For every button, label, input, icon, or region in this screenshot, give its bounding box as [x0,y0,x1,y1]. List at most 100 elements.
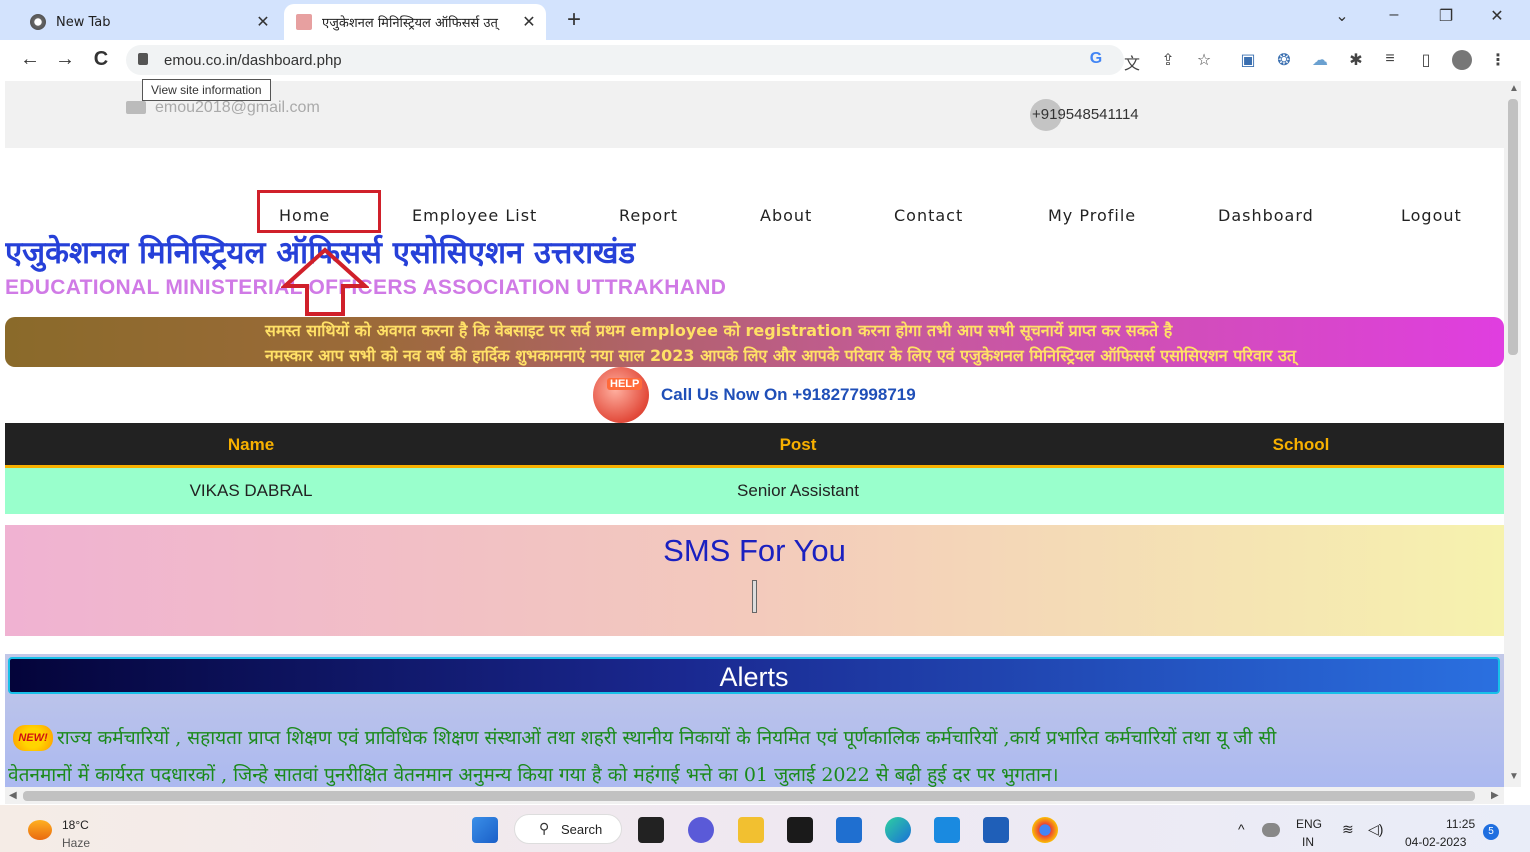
alerts-header: Alerts [8,657,1500,694]
tab-emou-dashboard[interactable]: एजुकेशनल मिनिस्ट्रियल ऑफिसर्स उत् ✕ [284,4,546,40]
restore-button[interactable]: ❐ [1426,6,1466,26]
profile-avatar-icon[interactable] [1452,50,1472,70]
word-icon[interactable] [983,817,1009,843]
close-window-button[interactable]: ✕ [1477,6,1517,26]
column-header-name: Name [227,435,275,454]
news-marquee: समस्त साथियों को अवगत करना है कि वेबसाइट… [5,317,1504,367]
close-tab-icon[interactable]: ✕ [252,12,274,32]
site-favicon-icon [296,14,312,30]
clock-time[interactable]: 11:25 [1446,817,1475,831]
side-panel-icon[interactable]: ▯ [1416,50,1436,70]
nav-employee-list[interactable]: Employee List [412,206,537,225]
column-header-school: School [1272,435,1330,454]
reload-button[interactable]: C [88,48,114,71]
nav-logout[interactable]: Logout [1401,206,1462,225]
google-icon[interactable]: G [1086,50,1106,70]
vertical-scrollbar[interactable]: ▲ ▼ [1504,81,1521,787]
translate-icon[interactable]: 文 [1122,50,1142,73]
menu-kebab-icon[interactable]: ⋮ [1488,50,1508,70]
column-header-post: Post [779,435,817,454]
help-badge: HELP [607,378,643,390]
sms-panel: SMS For You [5,525,1504,636]
chrome-icon[interactable] [1032,817,1058,843]
windows-taskbar: 18°C Haze ⚲ Search ^ ENG IN ≋ ◁) 11:25 0… [0,805,1530,852]
taskbar-search[interactable]: ⚲ Search [514,814,622,844]
tab-new-tab[interactable]: New Tab ✕ [20,4,280,40]
table-header: Name Post School [5,423,1504,468]
microsoft-store-icon[interactable] [836,817,862,843]
forward-button[interactable]: → [52,48,78,71]
nav-dashboard[interactable]: Dashboard [1218,206,1314,225]
nav-about[interactable]: About [760,206,812,225]
extension-feather-icon[interactable]: ❂ [1274,50,1294,70]
scroll-down-arrow-icon[interactable]: ▼ [1509,771,1519,782]
search-icon: ⚲ [539,820,550,836]
table-row: VIKAS DABRAL Senior Assistant [5,468,1504,514]
contact-phone[interactable]: +919548541114 [1032,106,1139,123]
horizontal-scroll-thumb[interactable] [23,791,1475,801]
outlook-icon[interactable] [934,817,960,843]
reading-list-icon[interactable]: ≡ [1380,50,1400,70]
alert-line-1[interactable]: राज्य कर्मचारियों , सहायता प्राप्त शिक्ष… [57,724,1276,750]
extension-cloud-icon[interactable]: ☁ [1310,50,1330,70]
scroll-left-arrow-icon[interactable]: ◀ [9,790,17,801]
extension-image-icon[interactable]: ▣ [1238,50,1258,70]
windows-start-icon[interactable] [472,817,498,843]
nav-my-profile[interactable]: My Profile [1048,206,1136,225]
wifi-icon[interactable]: ≋ [1342,821,1354,838]
help-phone-icon [593,367,649,423]
share-icon[interactable]: ⇪ [1158,50,1178,70]
envelope-icon [126,101,146,114]
alerts-title: Alerts [719,662,789,692]
nav-contact[interactable]: Contact [894,206,963,225]
tab-label: एजुकेशनल मिनिस्ट्रियल ऑफिसर्स उत् [322,16,498,31]
sms-text-cursor [752,580,757,613]
onedrive-icon[interactable] [1262,823,1280,837]
extensions-puzzle-icon[interactable]: ✱ [1346,50,1366,70]
scroll-right-arrow-icon[interactable]: ▶ [1491,790,1499,801]
contact-email[interactable]: emou2018@gmail.com [155,99,320,117]
search-label: Search [561,822,603,837]
weather-description[interactable]: Haze [62,836,90,850]
url-text[interactable]: emou.co.in/dashboard.php [164,52,342,69]
back-button[interactable]: ← [17,48,43,71]
alert-line-2[interactable]: वेतनमानों में कार्यरत पदधारकों , जिन्हे … [8,761,1059,787]
weather-haze-icon[interactable] [28,820,52,840]
language-indicator[interactable]: ENG [1296,817,1322,831]
screen: New Tab ✕ एजुकेशनल मिनिस्ट्रियल ऑफिसर्स … [0,0,1530,852]
new-badge-icon: NEW! [13,725,53,751]
tab-search-dropdown-icon[interactable]: ⌄ [1322,6,1362,26]
lock-icon[interactable] [138,53,148,65]
bookmark-star-icon[interactable]: ☆ [1194,50,1214,70]
minimize-button[interactable]: – [1374,6,1414,24]
show-hidden-icons-chevron-icon[interactable]: ^ [1238,821,1245,837]
sms-title: SMS For You [663,533,846,568]
close-tab-icon[interactable]: ✕ [518,12,540,32]
browser-tab-bar: New Tab ✕ एजुकेशनल मिनिस्ट्रियल ऑफिसर्स … [0,0,1530,40]
horizontal-scrollbar[interactable]: ◀ ▶ [5,787,1504,804]
browser-toolbar: ← → C emou.co.in/dashboard.php G 文 ⇪ ☆ ▣… [0,40,1530,81]
nav-report[interactable]: Report [619,206,678,225]
alerts-panel: Alerts NEW! राज्य कर्मचारियों , सहायता प… [5,654,1504,787]
file-explorer-icon[interactable] [638,817,664,843]
folder-icon[interactable] [738,817,764,843]
call-us-text: Call Us Now On +918277998719 [661,385,916,404]
teams-chat-icon[interactable] [688,817,714,843]
new-tab-button[interactable]: + [560,6,588,34]
volume-icon[interactable]: ◁) [1368,821,1383,838]
nav-home[interactable]: Home [279,206,330,225]
vertical-scroll-thumb[interactable] [1508,99,1518,355]
creative-cloud-icon[interactable] [787,817,813,843]
web-page: emou2018@gmail.com +919548541114 Home Em… [5,81,1504,787]
clock-date[interactable]: 04-02-2023 [1405,835,1466,849]
region-indicator[interactable]: IN [1302,835,1314,849]
weather-temperature[interactable]: 18°C [62,818,89,832]
notification-count-badge[interactable]: 5 [1483,824,1499,840]
cell-name: VIKAS DABRAL [189,481,313,500]
marquee-line-1: समस्त साथियों को अवगत करना है कि वेबसाइट… [265,321,1173,340]
cell-post: Senior Assistant [737,481,859,500]
address-bar[interactable]: emou.co.in/dashboard.php [126,45,1124,75]
scroll-up-arrow-icon[interactable]: ▲ [1509,83,1519,94]
site-info-tooltip: View site information [142,79,271,101]
edge-icon[interactable] [885,817,911,843]
